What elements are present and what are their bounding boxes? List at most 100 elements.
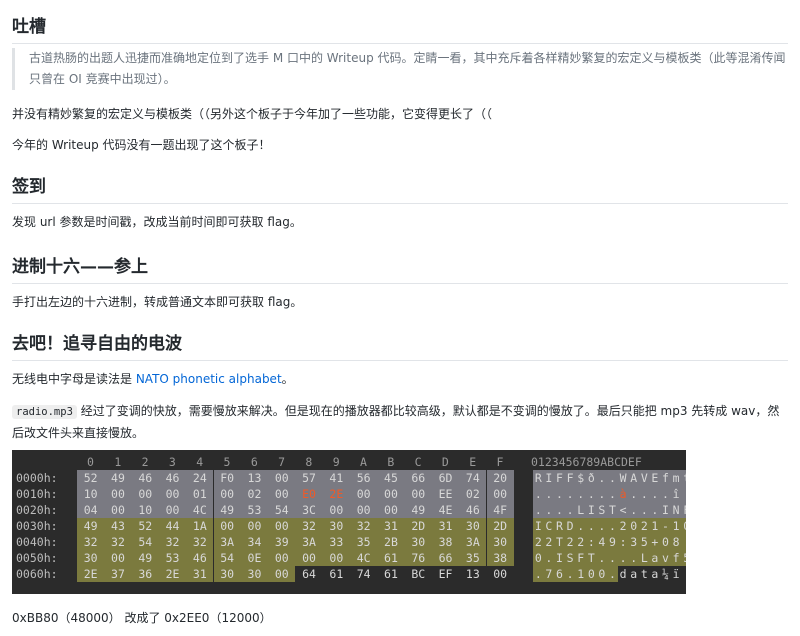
hex-column-label: F xyxy=(496,455,504,469)
hex-byte: 00 xyxy=(104,486,132,502)
hex-byte: 00 xyxy=(295,550,323,566)
hex-byte: 3A xyxy=(295,534,323,550)
ascii-char: . xyxy=(639,502,650,518)
hex-byte: 52 xyxy=(131,518,159,534)
hex-column-label: 3 xyxy=(168,455,176,469)
hex-byte: 0E xyxy=(240,550,269,566)
ascii-char: d xyxy=(619,567,627,581)
hex-column-label: 7 xyxy=(278,455,286,469)
hex-offset: 0030h: xyxy=(16,519,58,533)
hex-byte: 36 xyxy=(131,566,159,582)
hex-byte: 4C xyxy=(186,502,214,518)
hex-column-label: 8 xyxy=(305,455,313,469)
hex-byte: 64 xyxy=(302,567,316,581)
ascii-char: . xyxy=(681,566,686,582)
nato-link[interactable]: NATO phonetic alphabet xyxy=(136,372,282,386)
hex-byte: 30 xyxy=(459,518,487,534)
ascii-char: . xyxy=(533,502,544,518)
hex-column-label: A xyxy=(360,455,367,469)
hex-byte: 38 xyxy=(431,534,460,550)
ascii-char: 3 xyxy=(628,534,639,550)
hex-byte: 00 xyxy=(213,486,241,502)
hex-column-label: 6 xyxy=(250,455,258,469)
hex-byte: 4E xyxy=(431,502,460,518)
hex-byte: 30 xyxy=(213,566,241,582)
hex-column-label: 9 xyxy=(332,455,340,469)
ascii-char: 0 xyxy=(628,518,639,534)
ascii-char: C xyxy=(543,518,555,534)
hex-byte: 00 xyxy=(268,550,296,566)
hex-byte: BC xyxy=(411,567,426,581)
ascii-char: m xyxy=(670,470,682,486)
hex-byte: 35 xyxy=(350,534,378,550)
hex-byte: 49 xyxy=(213,502,241,518)
ascii-char: 0 xyxy=(596,566,608,582)
ascii-char: : xyxy=(586,534,597,550)
hex-byte: 2D xyxy=(486,518,514,534)
hex-row: 0000h: 52 49 46 46 24 F0 13 00 57 41 56 45 66 6D 74 20 R I… xyxy=(12,470,686,486)
paragraph-writeup-note: 今年的 Writeup 代码没有一题出现了这个板子！ xyxy=(12,138,271,152)
blockquote: 古道热肠的出题人迅捷而准确地定位到了选手 M 口中的 Writeup 代码。定睛… xyxy=(12,48,788,90)
ascii-char: ¼ xyxy=(662,567,669,581)
ascii-char: 1 xyxy=(575,566,586,582)
hex-byte: 35 xyxy=(459,550,487,566)
paragraph-hex16: 手打出左边的十六进制，转成普通文本即可获取 flag。 xyxy=(12,295,303,309)
hex-byte: 33 xyxy=(322,534,350,550)
ascii-char: S xyxy=(596,502,608,518)
ascii-char: 5 xyxy=(639,534,650,550)
hex-byte: 31 xyxy=(377,518,405,534)
hex-byte: 00 xyxy=(240,518,269,534)
ascii-char: T xyxy=(554,534,565,550)
hex-byte: 24 xyxy=(186,470,214,486)
hex-row: 0050h: 30 00 49 53 46 54 0E 00 00 00 4C 61 76 66 35 38 0.… xyxy=(12,550,686,566)
hex-byte: EF xyxy=(438,567,453,581)
hex-byte: 00 xyxy=(486,486,514,502)
hex-byte: 2D xyxy=(404,518,432,534)
ascii-char: f xyxy=(670,550,682,566)
ascii-char: . xyxy=(607,470,618,486)
hex-byte: 2B xyxy=(377,534,405,550)
hex-byte: 30 xyxy=(240,566,269,582)
nato-prefix-text: 无线电中字母是读法是 xyxy=(12,372,136,386)
hex-byte: 52 xyxy=(77,470,105,486)
ascii-char: . xyxy=(543,502,555,518)
hex-byte: 30 xyxy=(77,550,105,566)
ascii-char: . xyxy=(596,470,608,486)
ascii-char: E xyxy=(649,470,661,486)
hex-byte: 02 xyxy=(240,486,269,502)
hex-byte: 00 xyxy=(268,518,296,534)
ascii-char: . xyxy=(543,486,555,502)
ascii-char: T xyxy=(607,502,618,518)
hex-byte: 00 xyxy=(268,486,296,502)
ascii-char: ï xyxy=(672,567,680,581)
hex-byte: 13 xyxy=(465,567,480,581)
hex-byte-modified: 2E xyxy=(322,486,350,502)
ascii-char: . xyxy=(575,486,586,502)
hex-byte: 00 xyxy=(131,486,159,502)
hex-byte: 56 xyxy=(350,470,378,486)
hex-column-label: E xyxy=(469,455,477,469)
hex-column-label: 2 xyxy=(141,455,149,469)
hex-byte: 37 xyxy=(104,566,132,582)
hex-byte: 61 xyxy=(377,550,405,566)
ascii-char: 0 xyxy=(660,534,671,550)
ascii-char: 2 xyxy=(617,518,629,534)
ascii-char: : xyxy=(617,534,629,550)
ascii-char: . xyxy=(543,550,555,566)
hex-row: 0020h: 04 00 10 00 4C 49 53 54 3C 00 00 00 49 4E 46 4F..… xyxy=(12,502,686,518)
ascii-char: 0 xyxy=(586,566,597,582)
ascii-char: D xyxy=(564,518,576,534)
ascii-char: F xyxy=(681,502,686,518)
ascii-char: . xyxy=(628,502,639,518)
ascii-char: L xyxy=(575,502,586,518)
hex-byte: 46 xyxy=(186,550,214,566)
ascii-char: à xyxy=(617,486,629,502)
hex-byte: 00 xyxy=(268,566,296,582)
hex-byte: 43 xyxy=(104,518,132,534)
hex-byte: 4C xyxy=(350,550,378,566)
hex-byte: 53 xyxy=(158,550,187,566)
hex-byte: 2E xyxy=(158,566,187,582)
ascii-char: . xyxy=(660,486,671,502)
hex-byte: 3C xyxy=(295,502,323,518)
hex-byte: 00 xyxy=(213,518,241,534)
